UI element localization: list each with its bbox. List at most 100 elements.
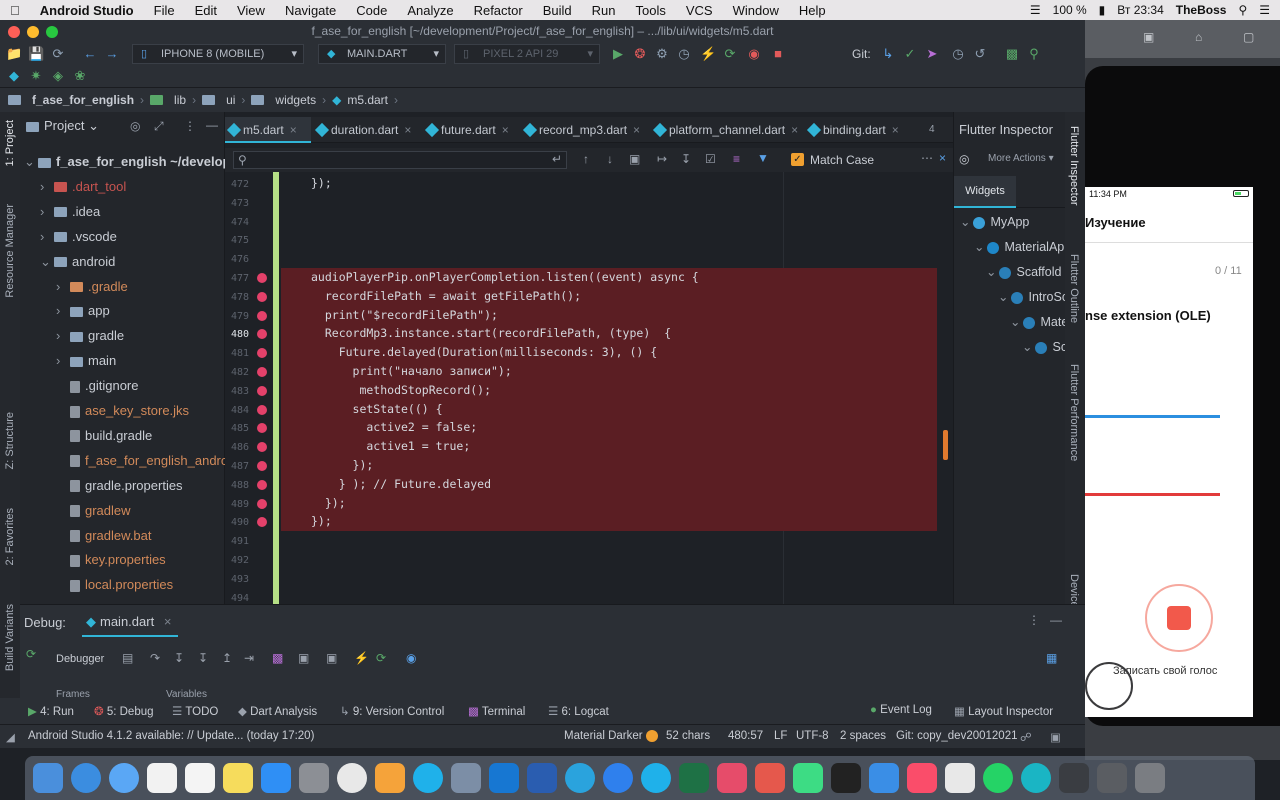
attach-debugger-icon[interactable]: ◉: [746, 46, 762, 62]
close-window-button[interactable]: [8, 26, 20, 38]
breadcrumb-item-ui[interactable]: ui: [226, 93, 235, 107]
more-options-icon[interactable]: ⋮: [1028, 613, 1040, 627]
select-occurrences-icon[interactable]: ☑: [705, 152, 716, 166]
project-tree-item[interactable]: › main: [56, 349, 116, 373]
breakpoint-icon[interactable]: [257, 404, 267, 415]
more-tabs-count[interactable]: 4: [929, 124, 935, 135]
more-actions-dropdown[interactable]: More Actions ▾: [988, 153, 1054, 164]
file-encoding[interactable]: UTF-8: [796, 730, 829, 742]
status-message[interactable]: Android Studio 4.1.2 available: // Updat…: [28, 730, 314, 742]
add-occurrence-icon[interactable]: ↦: [657, 152, 667, 166]
theme-label[interactable]: Material Darker: [564, 730, 643, 742]
terminal-icon[interactable]: ▩: [1004, 46, 1020, 62]
maps-icon[interactable]: [603, 763, 633, 793]
chevron-right-icon[interactable]: ›: [40, 175, 54, 199]
tool-run[interactable]: ▶ 4: Run: [28, 704, 74, 718]
chevron-down-icon[interactable]: ⌄: [986, 265, 996, 279]
notes-icon[interactable]: [223, 763, 253, 793]
run-config-selector[interactable]: ◆ MAIN.DART ▾: [318, 44, 446, 64]
stop-icon[interactable]: ■: [770, 46, 786, 62]
tool-window-build-variants[interactable]: Build Variants: [4, 604, 16, 671]
open-folder-icon[interactable]: 📁: [6, 46, 22, 62]
filter-lines-icon[interactable]: ≡: [733, 152, 740, 166]
chevron-down-icon[interactable]: ⌄: [998, 290, 1008, 304]
project-tree-item[interactable]: .gitignore: [56, 374, 138, 398]
project-tree-item[interactable]: ase_key_store.jks: [56, 399, 189, 423]
step-over-icon[interactable]: ↷: [150, 651, 160, 665]
telegram-icon[interactable]: [565, 763, 595, 793]
menu-item-tools[interactable]: Tools: [626, 3, 676, 18]
chevron-right-icon[interactable]: ›: [40, 225, 54, 249]
back-icon[interactable]: ←: [82, 46, 98, 62]
project-tree-item[interactable]: f_ase_for_english_androi: [56, 449, 231, 473]
code-line[interactable]: print("начало записи");: [311, 362, 512, 381]
system-preferences-icon[interactable]: [299, 763, 329, 793]
trash-icon[interactable]: [1135, 763, 1165, 793]
run-to-cursor-icon[interactable]: ⇥: [244, 651, 254, 665]
editor-scrollbar[interactable]: [937, 172, 953, 604]
tool-window-flutter-performance[interactable]: Flutter Performance: [1068, 364, 1080, 461]
folder-app-icon[interactable]: [717, 763, 747, 793]
project-tree-item[interactable]: › .dart_tool: [40, 175, 126, 199]
select-widget-icon[interactable]: ◎: [959, 152, 969, 166]
code-line[interactable]: RecordMp3.instance.start(recordFilePath,…: [311, 324, 671, 343]
device-manager-icon[interactable]: ❀: [72, 68, 88, 84]
screenshot-icon[interactable]: ▣: [1143, 30, 1154, 44]
search-icon[interactable]: ⚲: [1238, 3, 1247, 17]
xcode-icon[interactable]: [869, 763, 899, 793]
wifi-icon[interactable]: ☰: [1030, 3, 1041, 17]
excel-icon[interactable]: [679, 763, 709, 793]
save-icon[interactable]: 💾: [28, 46, 44, 62]
tool-window-structure[interactable]: Z: Structure: [4, 412, 16, 469]
rerun-icon[interactable]: ⟳: [26, 647, 36, 661]
git-push-icon[interactable]: ➤: [924, 46, 940, 62]
sdk-icon[interactable]: ✷: [28, 68, 44, 84]
code-line[interactable]: } ); // Future.delayed: [311, 475, 491, 494]
arrow-up-icon[interactable]: ↑: [583, 152, 589, 166]
history-icon[interactable]: ◷: [950, 46, 966, 62]
hot-restart-icon[interactable]: ⟳: [722, 46, 738, 62]
close-icon[interactable]: ×: [791, 123, 798, 137]
line-separator[interactable]: LF: [774, 730, 787, 742]
breadcrumb-item-widgets[interactable]: widgets: [275, 93, 316, 107]
tool-dart-analysis[interactable]: ◆ Dart Analysis: [238, 704, 317, 718]
code-line[interactable]: audioPlayerPip.onPlayerCompletion.listen…: [311, 268, 699, 287]
launchpad-icon[interactable]: [451, 763, 481, 793]
menu-item-refactor[interactable]: Refactor: [464, 3, 533, 18]
chevron-down-icon[interactable]: ⌄: [1010, 315, 1020, 329]
chevron-down-icon[interactable]: ⌄: [40, 250, 54, 274]
project-tree-item[interactable]: ⌄ f_ase_for_english ~/develop: [24, 150, 230, 174]
code-line[interactable]: });: [311, 512, 332, 531]
close-icon[interactable]: ×: [633, 123, 640, 137]
chrome-icon[interactable]: [337, 763, 367, 793]
breakpoint-icon[interactable]: [257, 273, 267, 283]
chevron-right-icon[interactable]: ›: [56, 349, 70, 373]
tool-version-control[interactable]: ↳ 9: Version Control: [340, 704, 444, 718]
git-branch[interactable]: Git: copy_dev20012021: [896, 730, 1017, 742]
android-icon[interactable]: ◈: [50, 68, 66, 84]
code-line[interactable]: Future.delayed(Duration(milliseconds: 3)…: [311, 343, 658, 362]
menu-list-icon[interactable]: ☰: [1259, 3, 1270, 17]
git-update-icon[interactable]: ↳: [880, 46, 896, 62]
downloads-stack-icon[interactable]: [1097, 763, 1127, 793]
hide-panel-icon[interactable]: —: [1050, 613, 1062, 627]
attach-icon[interactable]: ⚙: [654, 46, 670, 62]
project-view-selector[interactable]: Project ⌄: [26, 118, 99, 134]
breakpoint-icon[interactable]: [257, 461, 267, 471]
code-line[interactable]: print("$recordFilePath");: [311, 306, 498, 325]
match-case-checkbox[interactable]: ✓: [791, 153, 804, 166]
breakpoint-icon[interactable]: [257, 479, 267, 490]
finder-icon[interactable]: [33, 763, 63, 793]
widget-tree-node[interactable]: ⌄ Sc: [1022, 335, 1067, 359]
layout-icon[interactable]: ▦: [1046, 651, 1057, 665]
breakpoint-icon[interactable]: [257, 442, 267, 453]
indent-setting[interactable]: 2 spaces: [840, 730, 886, 742]
step-out-icon[interactable]: ↥: [222, 651, 232, 665]
project-tree-item[interactable]: key.properties: [56, 548, 166, 572]
messages-icon[interactable]: [109, 763, 139, 793]
code-line[interactable]: });: [311, 174, 332, 193]
rotate-icon[interactable]: ▢: [1243, 30, 1254, 44]
project-tree-item[interactable]: › gradle: [56, 324, 124, 348]
device-selector[interactable]: ▯ IPHONE 8 (MOBILE) ▾: [132, 44, 304, 64]
chevron-down-icon[interactable]: ⌄: [960, 215, 970, 229]
